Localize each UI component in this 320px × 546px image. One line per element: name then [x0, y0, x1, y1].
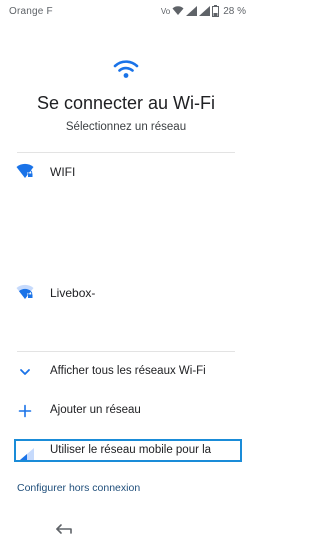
volte-indicator: Vo: [160, 6, 171, 16]
cell-signal-2-icon: [199, 6, 211, 16]
wifi-icon: [113, 60, 139, 78]
cell-signal-icon: [186, 6, 198, 16]
carrier-name: Orange F: [9, 6, 53, 17]
wifi-locked-icon: [16, 284, 34, 299]
back-arrow-icon[interactable]: [54, 518, 74, 538]
add-network-label: Ajouter un réseau: [50, 404, 141, 416]
use-mobile-network-button[interactable]: Utiliser le réseau mobile pour la: [14, 439, 242, 462]
page-title: Se connecter au Wi-Fi: [36, 93, 216, 113]
wifi-status-icon: [172, 6, 184, 15]
configure-offline-link[interactable]: Configurer hors connexion: [17, 482, 140, 494]
network-item-livebox[interactable]: Livebox-: [0, 274, 252, 314]
battery-icon: [212, 5, 220, 17]
cellular-signal-icon: [20, 448, 34, 460]
plus-icon: [18, 404, 32, 418]
battery-percent: 28 %: [223, 5, 246, 17]
add-network-button[interactable]: Ajouter un réseau: [0, 396, 252, 426]
status-icons: Vo 28 %: [161, 4, 246, 18]
wifi-locked-icon: [16, 163, 34, 178]
page-subtitle: Sélectionnez un réseau: [65, 121, 187, 133]
chevron-down-icon: [20, 369, 30, 375]
show-all-networks-label: Afficher tous les réseaux Wi-Fi: [50, 365, 206, 377]
status-bar: Orange F Vo 28 %: [0, 0, 252, 22]
network-name: WIFI: [50, 165, 76, 179]
network-name: Livebox-: [50, 286, 96, 300]
use-mobile-network-label: Utiliser le réseau mobile pour la: [50, 444, 212, 456]
divider: [17, 351, 235, 352]
network-item-wifi[interactable]: WIFI: [0, 153, 252, 193]
show-all-networks-button[interactable]: Afficher tous les réseaux Wi-Fi: [0, 357, 252, 387]
